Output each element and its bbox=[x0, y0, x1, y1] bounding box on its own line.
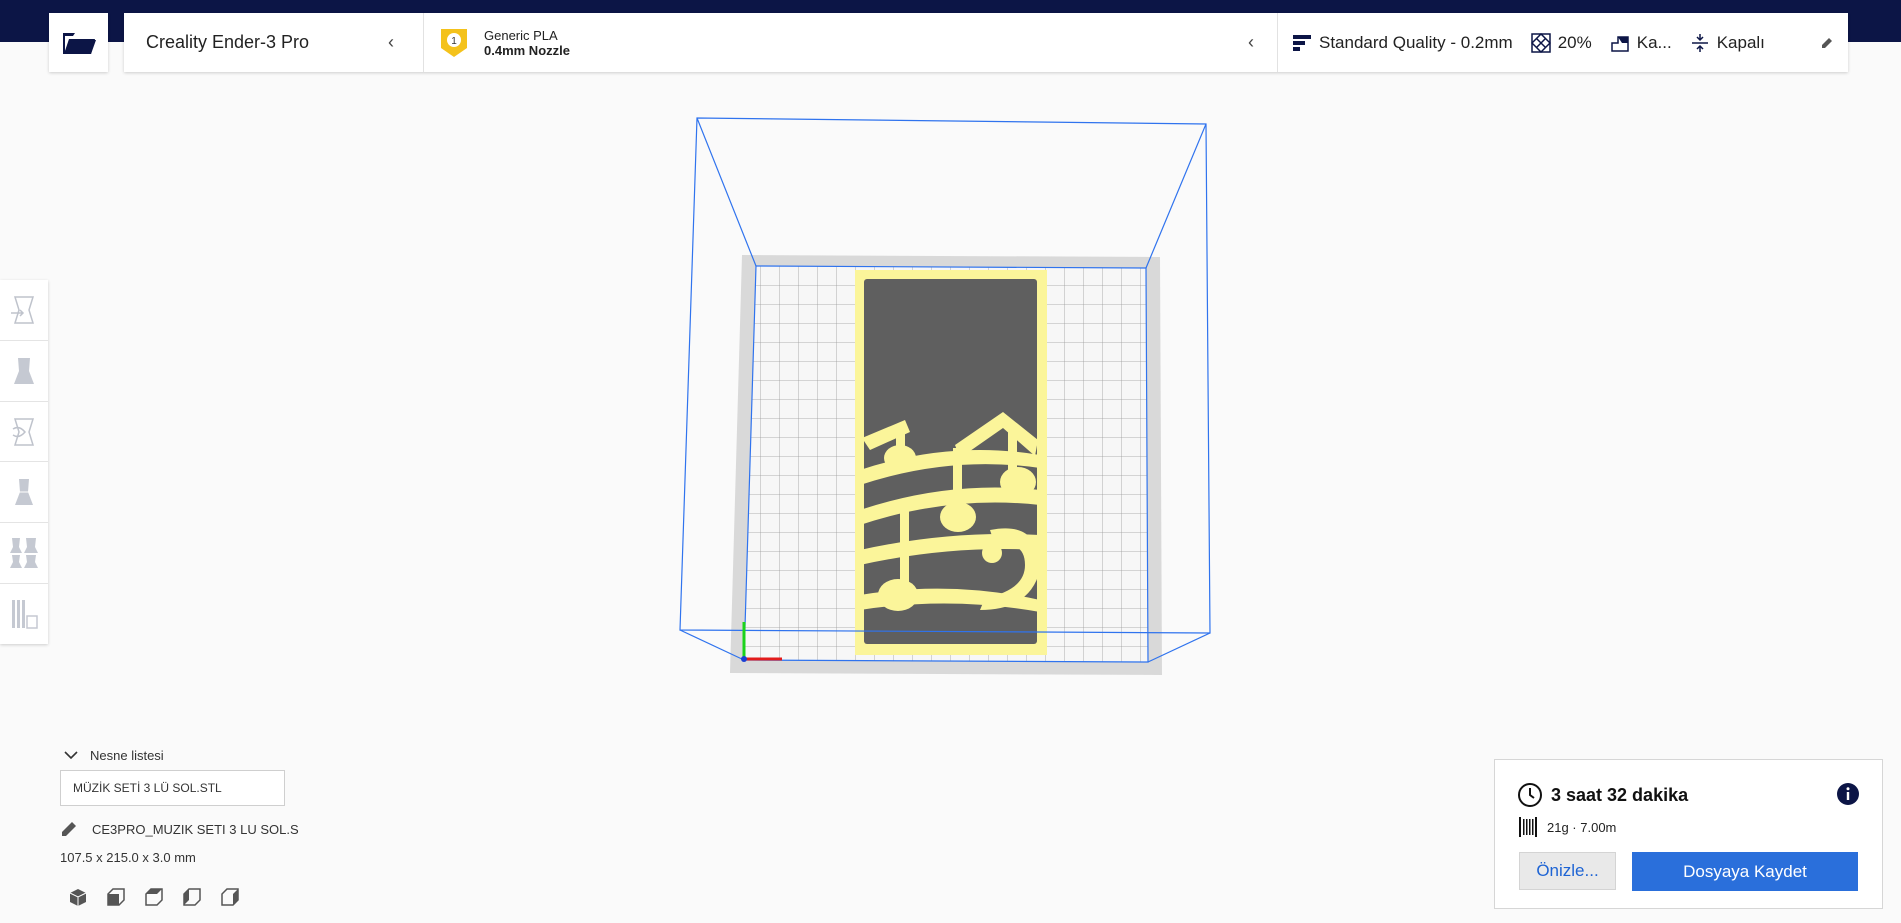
tool-sidebar bbox=[0, 280, 48, 644]
move-tool[interactable] bbox=[0, 280, 48, 341]
object-list-title: Nesne listesi bbox=[90, 747, 164, 763]
print-summary-panel: 3 saat 32 dakika 21g · 7.00m Önizle... D… bbox=[1494, 759, 1883, 909]
material-usage-row: 21g · 7.00m bbox=[1519, 817, 1616, 837]
front-view-icon[interactable] bbox=[106, 887, 126, 907]
rotate-tool[interactable] bbox=[0, 402, 48, 463]
clock-icon bbox=[1518, 783, 1542, 807]
left-view-icon[interactable] bbox=[182, 887, 202, 907]
job-name-row[interactable]: CE3PRO_MUZIK SETI 3 LU SOL.S bbox=[60, 820, 320, 838]
object-list-panel: Nesne listesi MÜZİK SETİ 3 LÜ SOL.STL CE… bbox=[60, 742, 320, 907]
per-model-settings-tool[interactable] bbox=[0, 523, 48, 585]
infill-setting: 20% bbox=[1530, 32, 1592, 53]
extruder-icon: 1 bbox=[441, 28, 467, 57]
model-shadow bbox=[864, 279, 1037, 644]
pencil-icon bbox=[62, 822, 76, 836]
quality-icon bbox=[1293, 34, 1311, 51]
nozzle-size: 0.4mm Nozzle bbox=[484, 42, 570, 58]
object-dimensions: 107.5 x 215.0 x 3.0 mm bbox=[60, 850, 196, 865]
save-to-file-button[interactable]: Dosyaya Kaydet bbox=[1632, 852, 1858, 891]
filament-icon bbox=[1519, 817, 1537, 837]
object-list[interactable]: MÜZİK SETİ 3 LÜ SOL.STL bbox=[60, 770, 285, 806]
quality-setting: Standard Quality - 0.2mm bbox=[1292, 33, 1513, 53]
axis-origin bbox=[741, 656, 747, 662]
chevron-left-icon: ‹ bbox=[388, 32, 394, 52]
infill-label: 20% bbox=[1557, 32, 1592, 52]
mirror-tool[interactable] bbox=[0, 462, 48, 524]
per-model-settings-icon bbox=[10, 538, 38, 569]
rotate-icon bbox=[12, 417, 35, 446]
material-usage: 21g · 7.00m bbox=[1547, 819, 1617, 835]
support-setting: Ka... bbox=[1610, 33, 1672, 53]
printer-selector[interactable]: Creality Ender-3 Pro ‹ bbox=[124, 13, 424, 72]
adhesion-label: Kapalı bbox=[1716, 32, 1765, 52]
support-blocker-tool[interactable] bbox=[0, 584, 48, 644]
object-list-toggle[interactable]: Nesne listesi bbox=[60, 742, 320, 768]
build-plate-frame bbox=[730, 255, 1162, 675]
camera-views bbox=[68, 887, 320, 907]
3d-view-icon[interactable] bbox=[68, 887, 88, 907]
chevron-left-icon: ‹ bbox=[1248, 32, 1254, 52]
adhesion-icon bbox=[1691, 33, 1708, 52]
print-time: 3 saat 32 dakika bbox=[1551, 784, 1689, 805]
printer-name: Creality Ender-3 Pro bbox=[146, 32, 310, 52]
quality-label: Standard Quality - 0.2mm bbox=[1319, 32, 1513, 52]
object-list-item[interactable]: MÜZİK SETİ 3 LÜ SOL.STL bbox=[73, 781, 222, 795]
preview-button[interactable]: Önizle... bbox=[1519, 852, 1616, 890]
chevron-down-icon bbox=[64, 751, 78, 760]
header-bar: Creality Ender-3 Pro ‹ 1 Generic PLA 0.4… bbox=[124, 13, 1848, 72]
infill-icon bbox=[1530, 32, 1551, 53]
extruder-badge: 1 bbox=[440, 28, 468, 58]
print-settings-selector[interactable]: Standard Quality - 0.2mm 20% Ka... Kapal… bbox=[1278, 13, 1848, 72]
move-icon bbox=[11, 296, 35, 324]
mirror-icon bbox=[13, 479, 35, 506]
right-view-icon[interactable] bbox=[220, 887, 240, 907]
material-selector[interactable]: 1 Generic PLA 0.4mm Nozzle ‹ bbox=[424, 13, 1278, 72]
build-plate-grid bbox=[744, 266, 1148, 662]
print-time-row: 3 saat 32 dakika bbox=[1517, 782, 1688, 808]
model bbox=[855, 270, 1047, 655]
scale-tool[interactable] bbox=[0, 341, 48, 402]
info-icon[interactable] bbox=[1836, 782, 1860, 806]
adhesion-setting: Kapalı bbox=[1690, 33, 1765, 53]
top-view-icon[interactable] bbox=[144, 887, 164, 907]
support-icon bbox=[1610, 35, 1629, 52]
pencil-icon[interactable] bbox=[1820, 36, 1834, 50]
svg-text:1: 1 bbox=[451, 36, 457, 47]
material-name: Generic PLA bbox=[484, 27, 558, 43]
support-blocker-icon bbox=[12, 600, 38, 629]
model-outline bbox=[855, 270, 1047, 655]
support-label: Ka... bbox=[1636, 32, 1672, 52]
job-name: CE3PRO_MUZIK SETI 3 LU SOL.S bbox=[92, 821, 299, 837]
folder-open-icon bbox=[62, 32, 96, 54]
build-volume-box bbox=[679, 117, 1211, 663]
scale-icon bbox=[14, 357, 34, 384]
open-file-button[interactable] bbox=[49, 13, 108, 72]
